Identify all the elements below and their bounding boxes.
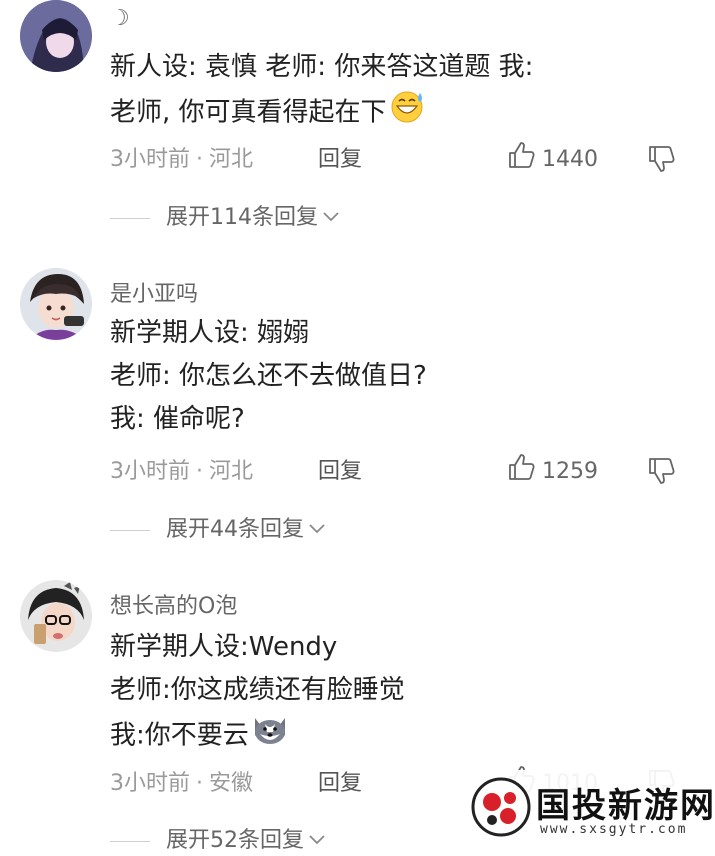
thumbs-up-icon	[506, 452, 536, 492]
comment-line: 新人设: 袁慎 老师: 你来答这道题 我:	[110, 52, 534, 82]
site-logo-icon	[470, 776, 532, 838]
timestamp: 3小时前	[110, 771, 190, 796]
avatar[interactable]	[20, 580, 92, 652]
comment-line: 老师:你这成绩还有脸睡觉	[110, 675, 405, 705]
dislike-button[interactable]	[646, 456, 678, 488]
husky-dog-emoji-icon	[251, 712, 289, 760]
comment-line: 新学期人设:Wendy	[110, 632, 338, 662]
comment-text: 新人设: 袁慎 老师: 你来答这道题 我: 老师, 你可真看得起在下	[110, 46, 533, 137]
expand-replies-button[interactable]: 展开44条回复	[110, 515, 326, 545]
comment-line: 老师, 你可真看得起在下	[110, 89, 533, 137]
comment-text: 新学期人设:Wendy 老师:你这成绩还有脸睡觉 我:你不要云	[110, 626, 405, 760]
expand-replies-label: 展开44条回复	[166, 517, 304, 542]
comment-meta: 3小时前 · 河北 回复	[110, 456, 362, 488]
location: 安徽	[209, 771, 254, 796]
divider	[110, 529, 150, 531]
dislike-button[interactable]	[646, 144, 678, 176]
comment-line: 新学期人设: 嫋嫋	[110, 318, 310, 348]
chevron-down-icon	[308, 515, 326, 545]
location: 河北	[209, 147, 254, 172]
like-count: 1440	[542, 147, 598, 172]
comment-meta: 3小时前 · 安徽 回复	[110, 768, 362, 800]
like-button[interactable]: 1259	[506, 454, 598, 488]
comment-text: 新学期人设: 嫋嫋 老师: 你怎么还不去做值日? 我: 催命呢?	[110, 312, 427, 441]
site-watermark: 国投新游网 www.sxsgytr.com	[462, 770, 715, 845]
like-button[interactable]: 1440	[506, 142, 598, 176]
expand-replies-button[interactable]: 展开52条回复	[110, 826, 326, 856]
timestamp: 3小时前	[110, 459, 190, 484]
avatar[interactable]	[20, 0, 92, 72]
watermark-title: 国投新游网	[536, 786, 715, 826]
expand-replies-label: 展开52条回复	[166, 828, 304, 853]
expand-replies-button[interactable]: 展开114条回复	[110, 203, 340, 233]
divider	[110, 840, 150, 842]
reply-button[interactable]: 回复	[318, 456, 362, 488]
thumbs-up-icon	[506, 140, 536, 180]
timestamp: 3小时前	[110, 147, 190, 172]
reply-button[interactable]: 回复	[318, 768, 362, 800]
comment-line: 我:你不要云	[110, 712, 405, 760]
reply-button[interactable]: 回复	[318, 144, 362, 176]
divider	[110, 217, 150, 219]
thumbs-down-icon	[646, 458, 676, 490]
watermark-url: www.sxsgytr.com	[540, 822, 688, 837]
username[interactable]: ☽	[110, 6, 130, 31]
comment-meta: 3小时前 · 河北 回复	[110, 144, 362, 176]
comment-line: 老师: 你怎么还不去做值日?	[110, 361, 427, 391]
thumbs-down-icon	[646, 146, 676, 178]
avatar[interactable]	[20, 268, 92, 340]
chevron-down-icon	[322, 203, 340, 233]
username[interactable]: 是小亚吗	[110, 276, 198, 308]
location: 河北	[209, 459, 254, 484]
chevron-down-icon	[308, 826, 326, 856]
expand-replies-label: 展开114条回复	[166, 205, 318, 230]
like-count: 1259	[542, 459, 598, 484]
comment-line: 我: 催命呢?	[110, 404, 245, 434]
sweat-grin-emoji-icon	[389, 89, 427, 137]
username[interactable]: 想长高的O泡	[110, 588, 237, 620]
